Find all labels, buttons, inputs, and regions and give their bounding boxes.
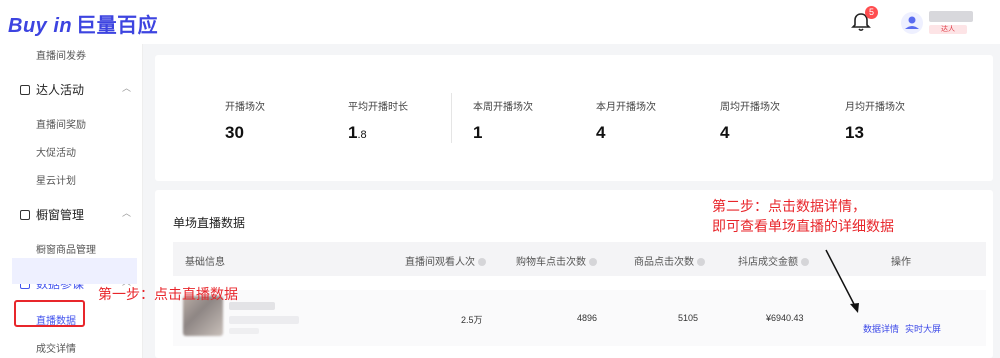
arrow-icon: [825, 249, 859, 313]
